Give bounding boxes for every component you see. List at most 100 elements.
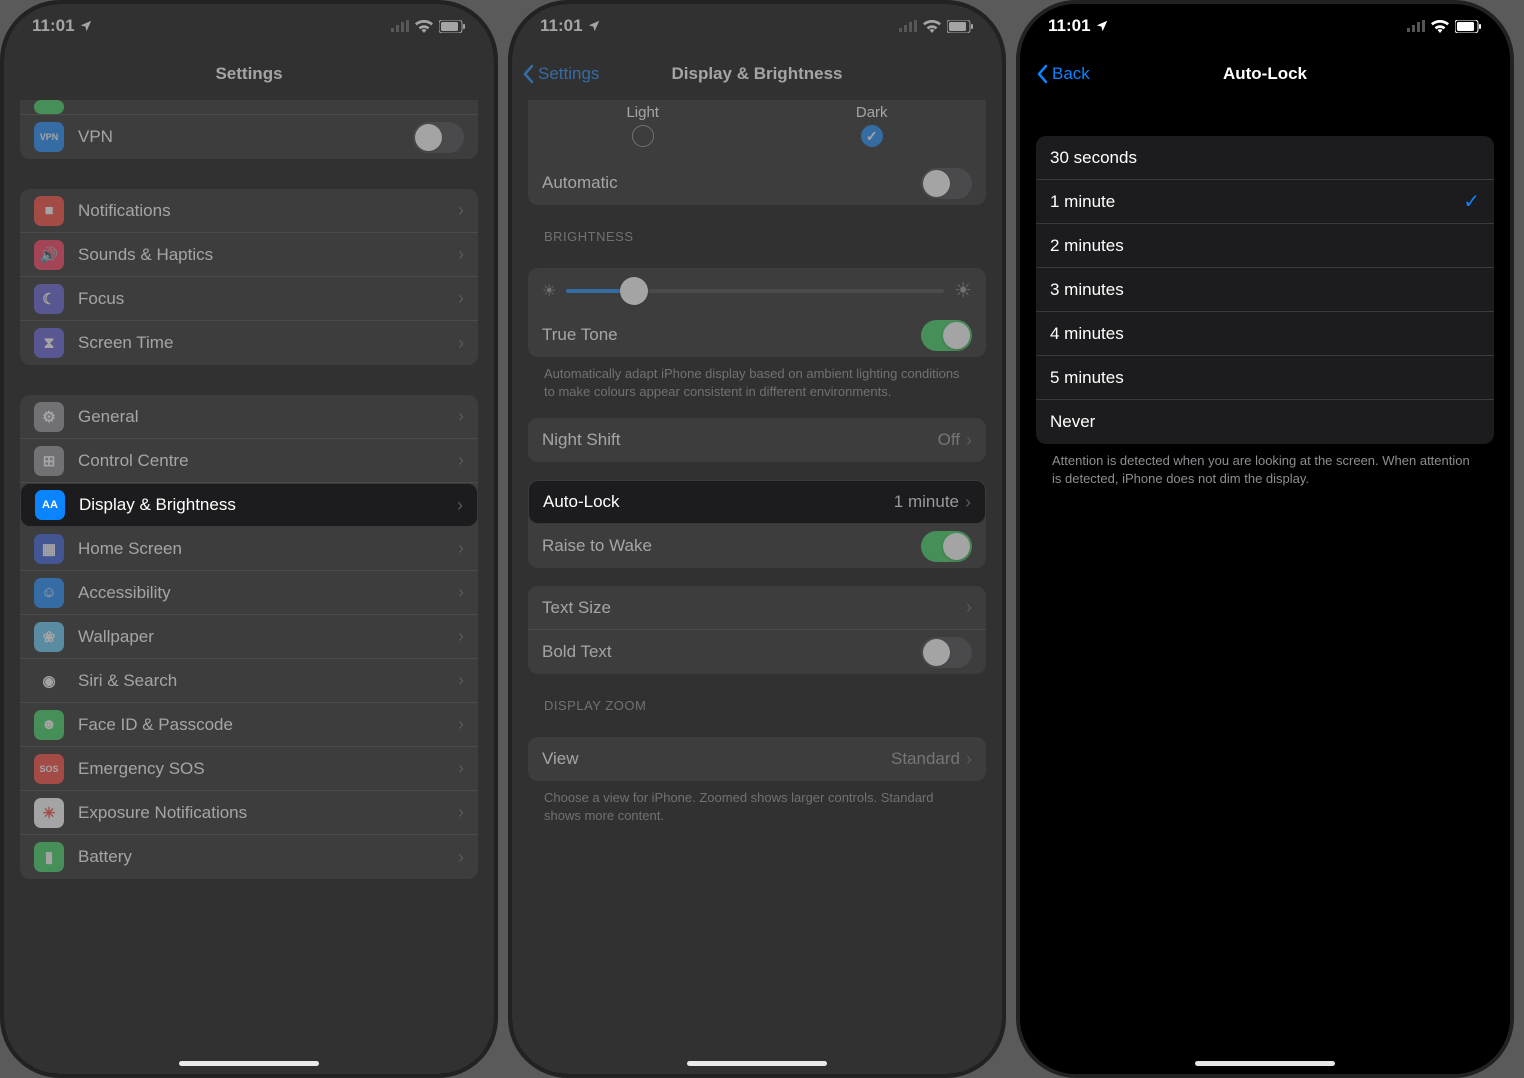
automatic-toggle[interactable] [921,168,972,199]
general-label: General [78,407,458,427]
boldtext-toggle[interactable] [921,637,972,668]
truetone-row[interactable]: True Tone [528,313,986,357]
brightness-slider[interactable] [566,289,944,293]
battery-icon [1455,20,1482,33]
focus-label: Focus [78,289,458,309]
row-vpn[interactable]: VPNVPN [20,115,478,159]
autolock-option[interactable]: 1 minute✓ [1036,180,1494,224]
option-label: 4 minutes [1050,324,1480,344]
general-icon: ⚙ [34,402,64,432]
page-title: Settings [215,64,282,84]
autolock-footer: Attention is detected when you are looki… [1020,444,1510,487]
row-general[interactable]: ⚙ General› [20,395,478,439]
back-button[interactable]: Back [1026,54,1106,94]
partial-row [20,100,478,115]
view-row[interactable]: View Standard › [528,737,986,781]
row-home[interactable]: ▦Home Screen› [20,527,478,571]
appearance-dark[interactable]: Dark [856,104,888,151]
option-label: 1 minute [1050,192,1463,212]
chevron-right-icon: › [966,749,972,770]
appearance-light[interactable]: Light [626,104,659,151]
option-label: 30 seconds [1050,148,1480,168]
display-label: Display & Brightness [79,495,457,515]
home-indicator[interactable] [687,1061,827,1066]
location-icon [1095,19,1109,33]
notifications-icon: ■ [34,196,64,226]
battery-icon: ▮ [34,842,64,872]
brightness-header: BRIGHTNESS [512,205,1002,250]
zoom-footer: Choose a view for iPhone. Zoomed shows l… [512,781,1002,824]
appearance-dark-label: Dark [856,104,888,121]
automatic-row[interactable]: Automatic [528,161,986,205]
autolock-option[interactable]: 4 minutes [1036,312,1494,356]
zoom-header: DISPLAY ZOOM [512,674,1002,719]
row-exposure[interactable]: ✳Exposure Notifications› [20,791,478,835]
autolock-option[interactable]: 30 seconds [1036,136,1494,180]
chevron-right-icon: › [966,430,972,451]
control-label: Control Centre [78,451,458,471]
back-button[interactable]: Settings [522,64,599,84]
row-sos[interactable]: SOSEmergency SOS› [20,747,478,791]
sounds-label: Sounds & Haptics [78,245,458,265]
partial-icon [34,100,64,114]
siri-icon: ◉ [34,666,64,696]
autolock-option[interactable]: Never [1036,400,1494,444]
display-brightness-screen: 11:01 Settings Display & Brightness Ligh… [508,0,1006,1078]
truetone-label: True Tone [542,325,921,345]
chevron-left-icon [522,64,534,84]
chevron-right-icon: › [458,582,464,603]
truetone-footer: Automatically adapt iPhone display based… [512,357,1002,400]
truetone-toggle[interactable] [921,320,972,351]
chevron-right-icon: › [458,288,464,309]
view-label: View [542,749,891,769]
row-battery[interactable]: ▮Battery› [20,835,478,879]
raise-toggle[interactable] [921,531,972,562]
chevron-right-icon: › [457,495,463,516]
nightshift-label: Night Shift [542,430,938,450]
chevron-right-icon: › [458,406,464,427]
wifi-icon [923,20,941,33]
nightshift-value: Off [938,430,960,450]
appearance-row: Light Dark [528,100,986,161]
boldtext-row[interactable]: Bold Text [528,630,986,674]
chevron-right-icon: › [966,597,972,618]
row-screentime[interactable]: ⧗Screen Time› [20,321,478,365]
screentime-icon: ⧗ [34,328,64,358]
row-sounds[interactable]: 🔊Sounds & Haptics› [20,233,478,277]
home-indicator[interactable] [1195,1061,1335,1066]
autolock-option[interactable]: 3 minutes [1036,268,1494,312]
chevron-right-icon: › [458,714,464,735]
row-accessibility[interactable]: ☺Accessibility› [20,571,478,615]
radio-on-icon [861,125,883,147]
autolock-value: 1 minute [894,492,959,512]
option-label: 2 minutes [1050,236,1480,256]
chevron-right-icon: › [458,333,464,354]
autolock-option[interactable]: 2 minutes [1036,224,1494,268]
nightshift-row[interactable]: Night Shift Off › [528,418,986,462]
sounds-icon: 🔊 [34,240,64,270]
siri-label: Siri & Search [78,671,458,691]
faceid-label: Face ID & Passcode [78,715,458,735]
sun-large-icon: ☀︎ [954,278,972,303]
automatic-label: Automatic [542,173,921,193]
home-indicator[interactable] [179,1061,319,1066]
row-siri[interactable]: ◉ Siri & Search› [20,659,478,703]
row-control[interactable]: ⊞Control Centre› [20,439,478,483]
chevron-right-icon: › [458,670,464,691]
textsize-row[interactable]: Text Size › [528,586,986,630]
chevron-right-icon: › [965,492,971,513]
row-display[interactable]: AADisplay & Brightness› [20,483,478,527]
vpn-toggle[interactable] [413,122,464,153]
brightness-slider-row: ☀︎ ☀︎ [528,268,986,313]
row-wallpaper[interactable]: ❀Wallpaper› [20,615,478,659]
autolock-row[interactable]: Auto-Lock 1 minute › [528,480,986,524]
wallpaper-icon: ❀ [34,622,64,652]
row-focus[interactable]: ☾Focus› [20,277,478,321]
row-faceid[interactable]: ☻Face ID & Passcode› [20,703,478,747]
back-label: Settings [538,64,599,84]
autolock-screen: 11:01 Auto-Lock Back 30 seconds1 minute✓… [1016,0,1514,1078]
home-icon: ▦ [34,534,64,564]
row-notifications[interactable]: ■Notifications› [20,189,478,233]
autolock-option[interactable]: 5 minutes [1036,356,1494,400]
raise-row[interactable]: Raise to Wake [528,524,986,568]
